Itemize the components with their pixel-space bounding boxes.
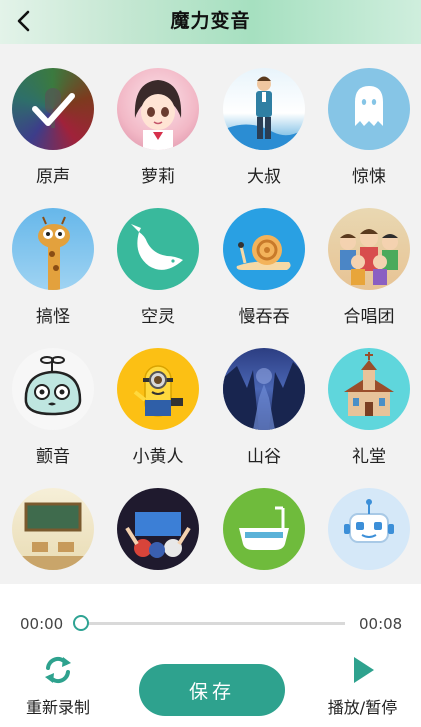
effect-bathroom[interactable] [216, 488, 312, 582]
effect-concert[interactable] [110, 488, 206, 582]
microphone-check-icon [12, 68, 94, 150]
effect-funny[interactable]: 搞怪 [5, 208, 101, 327]
bathtub-icon [223, 488, 305, 570]
valley-icon [223, 348, 305, 430]
effect-label: 萝莉 [141, 167, 175, 187]
snail-icon [223, 208, 305, 290]
effect-label: 惊悚 [352, 167, 386, 187]
effect-valley[interactable]: 山谷 [216, 348, 312, 467]
effect-ethereal[interactable]: 空灵 [110, 208, 206, 327]
effect-label: 大叔 [247, 167, 281, 187]
play-icon [353, 657, 374, 683]
effect-label: 搞怪 [36, 307, 70, 327]
effect-label: 山谷 [247, 447, 281, 467]
effect-uncle[interactable]: 大叔 [216, 68, 312, 187]
ghost-icon [328, 68, 410, 150]
effect-chorus[interactable]: 合唱团 [321, 208, 417, 327]
effect-label: 慢吞吞 [238, 307, 290, 327]
page-title: 魔力变音 [170, 10, 251, 32]
effect-label: 空灵 [141, 307, 175, 327]
effect-thriller[interactable]: 惊悚 [321, 68, 417, 187]
effect-classroom[interactable] [5, 488, 101, 582]
effect-label: 合唱团 [343, 307, 395, 327]
cartoon-face-icon [12, 348, 94, 430]
choir-icon [328, 208, 410, 290]
effect-tremolo[interactable]: 颤音 [5, 348, 101, 467]
rerecord-label: 重新录制 [25, 698, 90, 717]
current-time: 00:00 [20, 615, 64, 633]
save-button[interactable]: 保存 [139, 664, 285, 716]
anime-girl-icon [117, 68, 199, 150]
effect-chapel[interactable]: 礼堂 [321, 348, 417, 467]
concert-icon [117, 488, 199, 570]
effect-label: 原声 [36, 167, 70, 187]
rerecord-button[interactable]: 重新录制 [18, 654, 98, 718]
effect-label: 小黄人 [132, 447, 184, 467]
voice-effects-grid: 原声 萝莉 大叔 惊悚 搞怪 空灵 慢吞吞 合唱团 颤音 小黄人 山谷 礼堂 [0, 44, 421, 584]
play-pause-label: 播放/暂停 [327, 698, 398, 717]
effect-label: 礼堂 [352, 447, 386, 467]
minion-icon [117, 348, 199, 430]
effect-robot[interactable] [321, 488, 417, 582]
effect-loli[interactable]: 萝莉 [110, 68, 206, 187]
effect-original[interactable]: 原声 [5, 68, 101, 187]
classroom-icon [12, 488, 94, 570]
play-pause-button[interactable]: 播放/暂停 [315, 654, 410, 718]
effect-slow[interactable]: 慢吞吞 [216, 208, 312, 327]
effect-label: 颤音 [36, 447, 70, 467]
total-time: 00:08 [359, 615, 403, 633]
player-panel: 00:00 00:08 重新录制 保存 播放/暂停 [0, 584, 421, 727]
chapel-icon [328, 348, 410, 430]
robot-icon [328, 488, 410, 570]
progress-thumb[interactable] [73, 615, 89, 631]
whale-icon [117, 208, 199, 290]
man-in-suit-icon [223, 68, 305, 150]
refresh-icon [45, 656, 71, 684]
giraffe-icon [12, 208, 94, 290]
progress-track[interactable] [82, 622, 345, 625]
header-bar: 魔力变音 [0, 0, 421, 44]
effect-minion[interactable]: 小黄人 [110, 348, 206, 467]
